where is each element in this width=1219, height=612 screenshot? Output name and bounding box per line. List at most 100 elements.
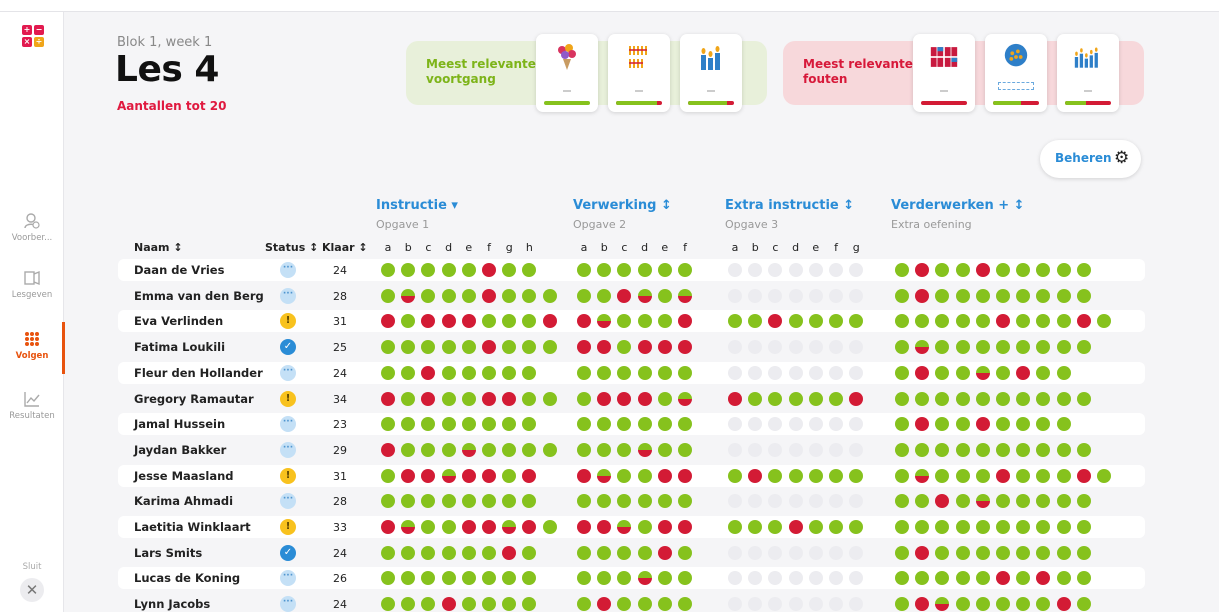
result-dot[interactable] [728, 520, 742, 534]
result-dot[interactable] [955, 520, 970, 534]
result-dot[interactable] [657, 442, 672, 457]
result-dot[interactable] [522, 468, 537, 483]
result-dot[interactable] [678, 545, 692, 560]
table-row[interactable]: Laetitia Winklaart! 33 [118, 516, 1145, 538]
result-dot[interactable] [441, 468, 456, 483]
result-dot[interactable] [522, 314, 537, 329]
result-dot[interactable] [996, 417, 1010, 432]
result-dot[interactable] [788, 417, 803, 432]
result-dot[interactable] [617, 340, 632, 355]
result-dot[interactable] [975, 571, 990, 586]
result-dot[interactable] [577, 571, 591, 586]
result-dot[interactable] [577, 597, 591, 612]
result-dot[interactable] [728, 314, 742, 329]
result-dot[interactable] [728, 494, 742, 509]
result-dot[interactable] [895, 340, 909, 355]
progress-card[interactable] [680, 34, 742, 112]
result-dot[interactable] [996, 468, 1010, 483]
result-dot[interactable] [617, 597, 632, 612]
result-dot[interactable] [1076, 442, 1091, 457]
result-dot[interactable] [1056, 263, 1071, 277]
result-dot[interactable] [461, 391, 476, 406]
result-dot[interactable] [1036, 468, 1051, 483]
column-header-status[interactable]: Status ↕ [265, 241, 318, 254]
result-dot[interactable] [955, 417, 970, 432]
table-row[interactable]: Fatima Loukili ✓ 25 [118, 336, 1145, 358]
result-dot[interactable] [808, 520, 823, 534]
result-dot[interactable] [808, 391, 823, 406]
result-dot[interactable] [975, 365, 990, 380]
result-dot[interactable] [748, 520, 763, 534]
result-dot[interactable] [728, 288, 742, 303]
result-dot[interactable] [461, 314, 476, 329]
result-dot[interactable] [441, 391, 456, 406]
result-dot[interactable] [1036, 494, 1051, 509]
result-dot[interactable] [401, 365, 416, 380]
result-dot[interactable] [915, 340, 930, 355]
result-dot[interactable] [935, 263, 950, 277]
close-button[interactable]: Sluit ✕ [0, 562, 64, 602]
result-dot[interactable] [461, 468, 476, 483]
result-dot[interactable] [678, 442, 692, 457]
result-dot[interactable] [637, 571, 652, 586]
result-dot[interactable] [441, 340, 456, 355]
result-dot[interactable] [748, 597, 763, 612]
result-dot[interactable] [421, 597, 436, 612]
result-dot[interactable] [1056, 417, 1071, 432]
result-dot[interactable] [542, 520, 557, 534]
result-dot[interactable] [597, 494, 612, 509]
column-header-name[interactable]: Naam ↕ [134, 241, 183, 254]
status-busy-icon[interactable]: ··· [280, 493, 296, 510]
result-dot[interactable] [678, 417, 692, 432]
result-dot[interactable] [915, 288, 930, 303]
result-dot[interactable] [975, 340, 990, 355]
result-dot[interactable] [522, 391, 537, 406]
result-dot[interactable] [996, 288, 1010, 303]
result-dot[interactable] [895, 520, 909, 534]
result-dot[interactable] [482, 545, 496, 560]
result-dot[interactable] [915, 520, 930, 534]
result-dot[interactable] [975, 417, 990, 432]
result-dot[interactable] [542, 340, 557, 355]
result-dot[interactable] [1076, 520, 1091, 534]
result-dot[interactable] [768, 545, 783, 560]
result-dot[interactable] [975, 597, 990, 612]
task-letter-c[interactable]: c [418, 241, 438, 254]
result-dot[interactable] [502, 340, 517, 355]
result-dot[interactable] [577, 520, 591, 534]
result-dot[interactable] [502, 597, 517, 612]
result-dot[interactable] [788, 391, 803, 406]
result-dot[interactable] [577, 288, 591, 303]
result-dot[interactable] [768, 391, 783, 406]
student-name[interactable]: Laetitia Winklaart [134, 520, 251, 534]
student-name[interactable]: Eva Verlinden [134, 314, 223, 328]
table-row[interactable]: Gregory Ramautar! 34 [118, 388, 1145, 410]
result-dot[interactable] [955, 340, 970, 355]
result-dot[interactable] [482, 520, 496, 534]
result-dot[interactable] [657, 494, 672, 509]
result-dot[interactable] [728, 571, 742, 586]
result-dot[interactable] [788, 365, 803, 380]
task-letter-e[interactable]: e [806, 241, 826, 254]
result-dot[interactable] [748, 263, 763, 277]
result-dot[interactable] [502, 571, 517, 586]
result-dot[interactable] [617, 442, 632, 457]
result-dot[interactable] [401, 571, 416, 586]
result-dot[interactable] [421, 468, 436, 483]
result-dot[interactable] [482, 314, 496, 329]
result-dot[interactable] [829, 340, 843, 355]
result-dot[interactable] [461, 417, 476, 432]
task-letter-h[interactable]: h [519, 241, 539, 254]
status-warning-icon[interactable]: ! [280, 390, 296, 407]
result-dot[interactable] [915, 571, 930, 586]
result-dot[interactable] [808, 365, 823, 380]
result-dot[interactable] [768, 442, 783, 457]
result-dot[interactable] [637, 417, 652, 432]
result-dot[interactable] [768, 288, 783, 303]
result-dot[interactable] [1076, 494, 1091, 509]
result-dot[interactable] [542, 391, 557, 406]
result-dot[interactable] [748, 494, 763, 509]
result-dot[interactable] [829, 520, 843, 534]
result-dot[interactable] [1016, 314, 1031, 329]
result-dot[interactable] [502, 391, 517, 406]
